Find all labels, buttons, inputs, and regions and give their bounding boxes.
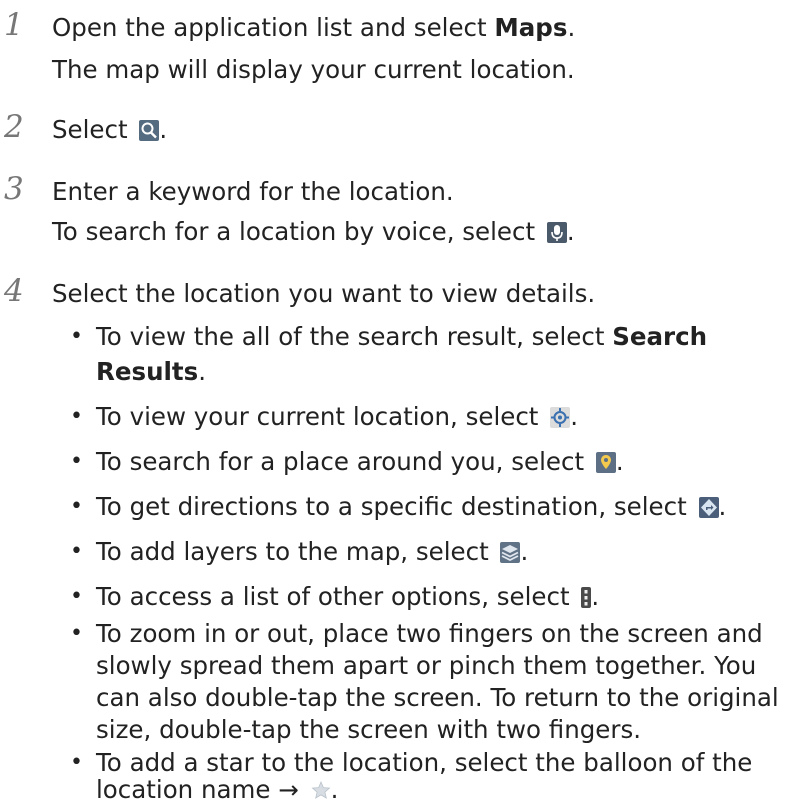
bullet-8-line-2: location name → .: [96, 775, 339, 804]
bullet: •: [70, 449, 83, 474]
layers-icon: [500, 542, 521, 563]
bullet-3: To search for a place around you, select…: [96, 447, 624, 476]
bullet-7-line-1: To zoom in or out, place two fingers on …: [96, 619, 763, 648]
search-icon: [139, 120, 160, 141]
menu-icon: [581, 587, 592, 608]
step-2-line: Select .: [52, 115, 168, 144]
current-location-icon: [550, 407, 571, 428]
bullet-7-line-4: size, double-tap the screen with two fin…: [96, 715, 642, 744]
bullet-6: To access a list of other options, selec…: [96, 582, 600, 611]
bullet-1-line-2: Results.: [96, 357, 206, 386]
results-label: Results: [96, 357, 199, 386]
step-3-line-1: Enter a keyword for the location.: [52, 177, 454, 206]
step-1-line-1: Open the application list and select Map…: [52, 13, 576, 42]
bullet-4: To get directions to a specific destinat…: [96, 492, 727, 521]
step-number: 3: [4, 171, 24, 207]
step-number: 4: [4, 273, 24, 309]
manual-page: 1 Open the application list and select M…: [0, 0, 810, 807]
bullet-2: To view your current location, select .: [96, 402, 578, 431]
bullet: •: [70, 404, 83, 429]
places-icon: [595, 452, 616, 473]
step-1-line-2: The map will display your current locati…: [52, 55, 575, 84]
bullet-5: To add layers to the map, select .: [96, 537, 529, 566]
bullet: •: [70, 750, 83, 775]
bullet: •: [70, 621, 83, 646]
bullet: •: [70, 324, 83, 349]
bullet-1-line-1: To view the all of the search result, se…: [96, 322, 708, 351]
directions-icon: [698, 497, 719, 518]
bullet-7-line-3: can also double-tap the screen. To retur…: [96, 683, 779, 712]
step-number: 2: [4, 109, 24, 145]
bullet: •: [70, 539, 83, 564]
bullet-7-line-2: slowly spread them apart or pinch them t…: [96, 651, 757, 680]
maps-label: Maps: [494, 13, 568, 42]
step-4-line-1: Select the location you want to view det…: [52, 279, 596, 308]
microphone-icon: [546, 222, 567, 243]
bullet: •: [70, 584, 83, 609]
star-icon: [311, 780, 331, 801]
step-number: 1: [4, 7, 24, 43]
bullet: •: [70, 494, 83, 519]
search-label: Search: [612, 322, 708, 351]
step-3-line-2: To search for a location by voice, selec…: [52, 217, 575, 246]
